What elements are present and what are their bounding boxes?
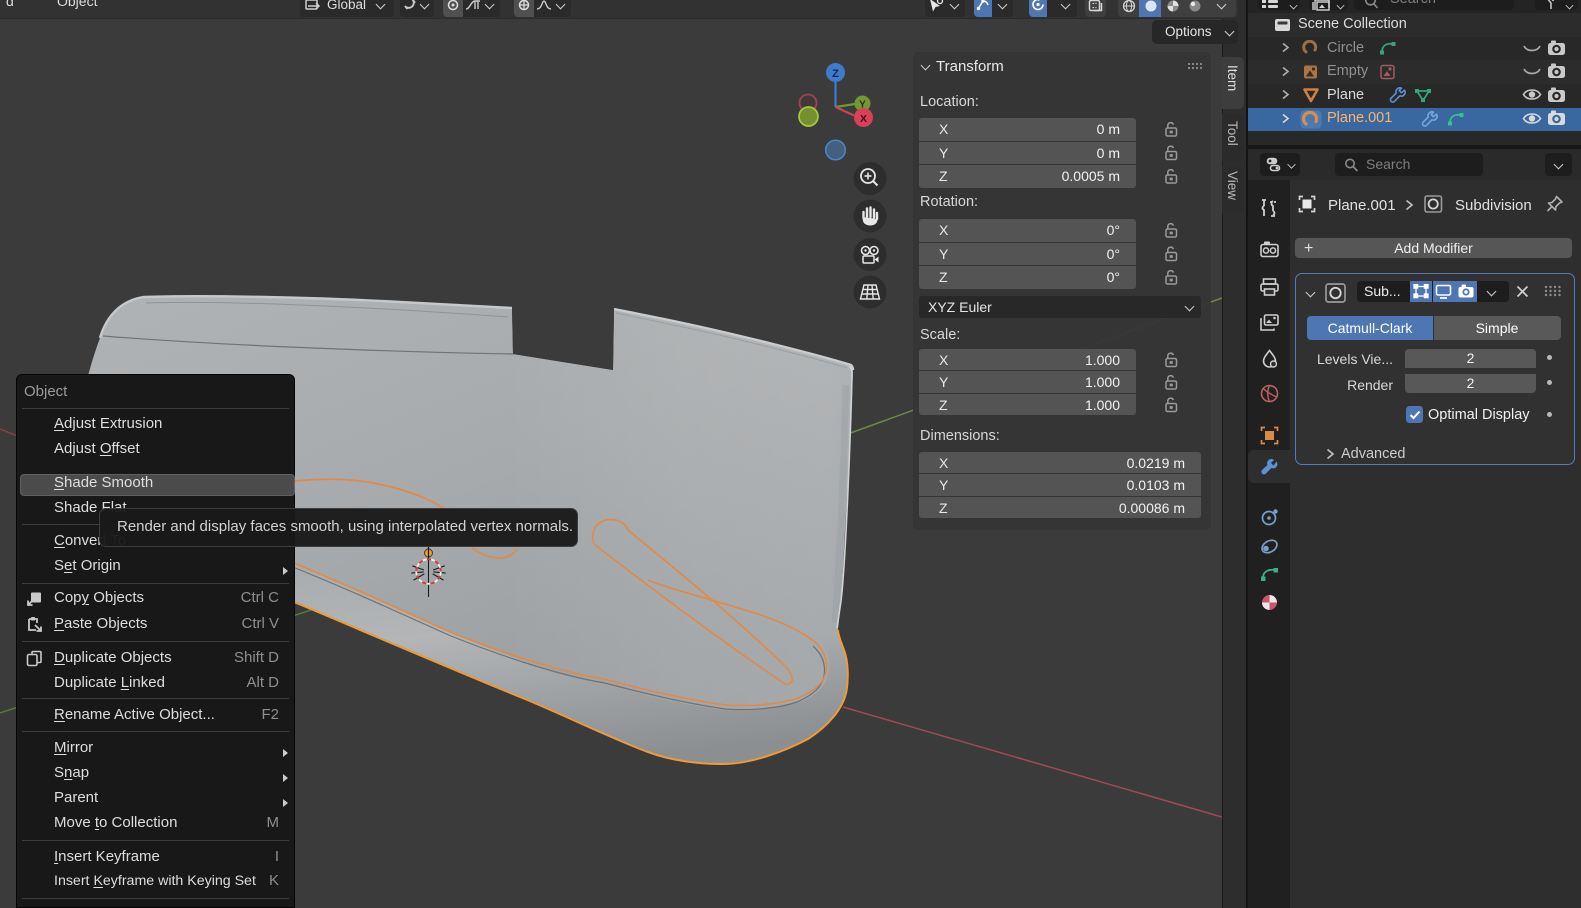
- svg-text:Z: Z: [832, 68, 839, 80]
- svg-text:X: X: [860, 113, 867, 125]
